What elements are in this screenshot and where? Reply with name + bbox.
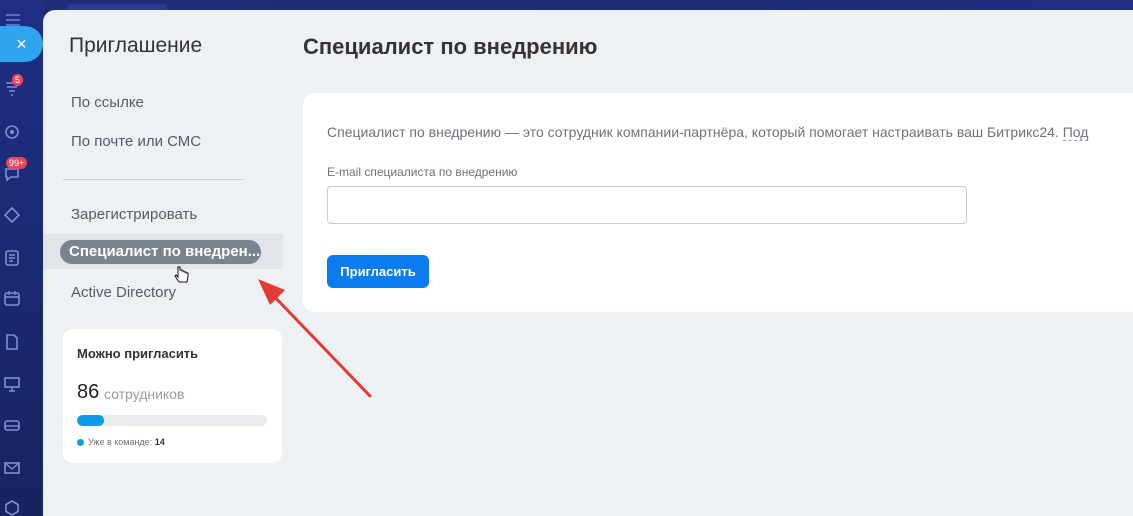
invite-limit-count: 86 (77, 381, 100, 403)
menu-item-by-email-sms[interactable]: По почте или СМС (71, 133, 201, 150)
integrator-description: Специалист по внедрению — это сотрудник … (327, 124, 1089, 141)
chat-badge: 99+ (6, 157, 28, 169)
team-progress-fill (77, 415, 104, 426)
drive-icon[interactable] (2, 415, 22, 435)
legend-dot (77, 439, 84, 446)
close-slider-button[interactable]: × (0, 26, 43, 62)
email-field-label: E-mail специалиста по внедрению (327, 165, 518, 179)
page-title: Специалист по внедрению (303, 34, 598, 59)
sidebar-title: Приглашение (69, 34, 203, 57)
invite-limit-unit: сотрудников (104, 386, 185, 402)
team-progress-bar (77, 415, 267, 426)
tasks-icon[interactable] (2, 205, 22, 225)
email-field[interactable] (327, 186, 967, 224)
integrator-form-card: Специалист по внедрению — это сотрудник … (303, 93, 1133, 312)
feed-badge: 5 (12, 74, 24, 86)
close-icon: × (16, 33, 27, 54)
mail-icon[interactable] (2, 458, 22, 478)
app-left-rail: 5 99+ (0, 0, 43, 516)
invite-slider: Приглашение По ссылке По почте или СМС З… (43, 10, 1133, 516)
invite-button[interactable]: Пригласить (327, 255, 429, 288)
invite-limit-label: Можно пригласить (77, 346, 199, 361)
invite-limit-card: Можно пригласить 86 сотрудников Уже в ко… (63, 329, 282, 463)
file-icon[interactable] (2, 332, 22, 352)
settings-icon[interactable] (2, 498, 22, 516)
menu-divider (63, 179, 244, 180)
menu-item-by-link[interactable]: По ссылке (71, 94, 144, 111)
calendar-icon[interactable] (2, 288, 22, 308)
more-details-link[interactable]: Под (1062, 124, 1089, 141)
menu-item-active-directory[interactable]: Active Directory (71, 284, 176, 301)
team-legend-label: Уже в команде: (88, 437, 153, 447)
invite-sidebar: Приглашение По ссылке По почте или СМС З… (43, 10, 283, 516)
menu-item-register[interactable]: Зарегистрировать (71, 206, 197, 223)
docs-icon[interactable] (2, 248, 22, 268)
top-strip (43, 0, 1133, 10)
integrator-description-text: Специалист по внедрению — это сотрудник … (327, 124, 1059, 140)
menu-item-integrator[interactable]: Специалист по внедрен... (60, 240, 261, 264)
team-legend: Уже в команде: 14 (88, 437, 165, 447)
collab-icon[interactable] (2, 122, 22, 142)
presentation-icon[interactable] (2, 374, 22, 394)
team-legend-value: 14 (154, 437, 165, 447)
